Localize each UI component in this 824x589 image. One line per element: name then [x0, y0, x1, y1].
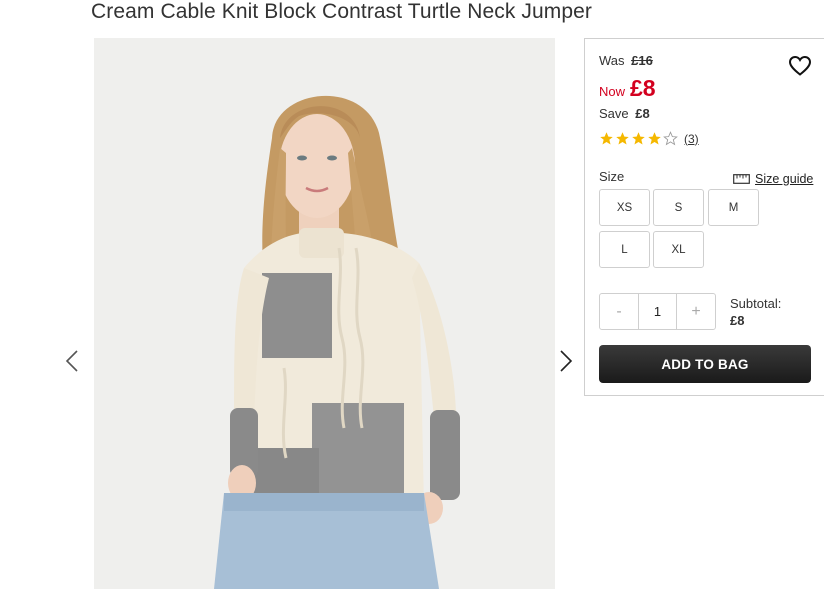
purchase-panel: Was £16 Now £8 Save £8 (3) Size Size gui…: [584, 38, 824, 396]
wishlist-button[interactable]: [788, 54, 812, 78]
heart-icon: [788, 55, 812, 76]
review-count-link[interactable]: (3): [684, 132, 699, 146]
chevron-left-icon: [65, 350, 78, 372]
size-option-xl[interactable]: XL: [653, 231, 704, 268]
rating: (3): [599, 131, 699, 146]
was-price: Was £16: [599, 53, 653, 68]
size-guide-link[interactable]: Size guide: [733, 172, 813, 186]
star-filled-icon: [648, 132, 661, 145]
was-label: Was: [599, 53, 625, 68]
size-option-m[interactable]: M: [708, 189, 759, 226]
subtotal: Subtotal: £8: [730, 296, 781, 328]
save-amount: Save £8: [599, 106, 650, 121]
gallery-prev-button[interactable]: [62, 346, 82, 376]
star-filled-icon: [616, 132, 629, 145]
star-filled-icon: [632, 132, 645, 145]
chevron-right-icon: [560, 350, 573, 372]
quantity-stepper: - 1 +: [599, 293, 716, 330]
quantity-increase-button[interactable]: +: [677, 294, 715, 329]
gallery-next-button[interactable]: [556, 346, 576, 376]
star-filled-icon: [600, 132, 613, 145]
quantity-decrease-button[interactable]: -: [600, 294, 638, 329]
now-price: Now £8: [599, 75, 656, 102]
subtotal-label: Subtotal:: [730, 296, 782, 311]
product-title: Cream Cable Knit Block Contrast Turtle N…: [91, 0, 593, 23]
size-option-s[interactable]: S: [653, 189, 704, 226]
quantity-input[interactable]: 1: [638, 294, 677, 329]
save-label: Save: [599, 106, 629, 121]
size-label: Size: [599, 169, 625, 184]
size-option-l[interactable]: L: [599, 231, 650, 268]
was-value: £16: [631, 53, 653, 68]
add-to-bag-button[interactable]: ADD TO BAG: [599, 345, 811, 383]
subtotal-value: £8: [730, 313, 745, 328]
product-image: [94, 38, 555, 589]
ruler-icon: [733, 174, 750, 184]
size-option-xs[interactable]: XS: [599, 189, 650, 226]
now-value: £8: [630, 75, 656, 101]
size-guide-label: Size guide: [755, 172, 814, 186]
now-label: Now: [599, 84, 626, 99]
star-empty-icon: [663, 131, 678, 146]
save-value: £8: [635, 106, 650, 121]
